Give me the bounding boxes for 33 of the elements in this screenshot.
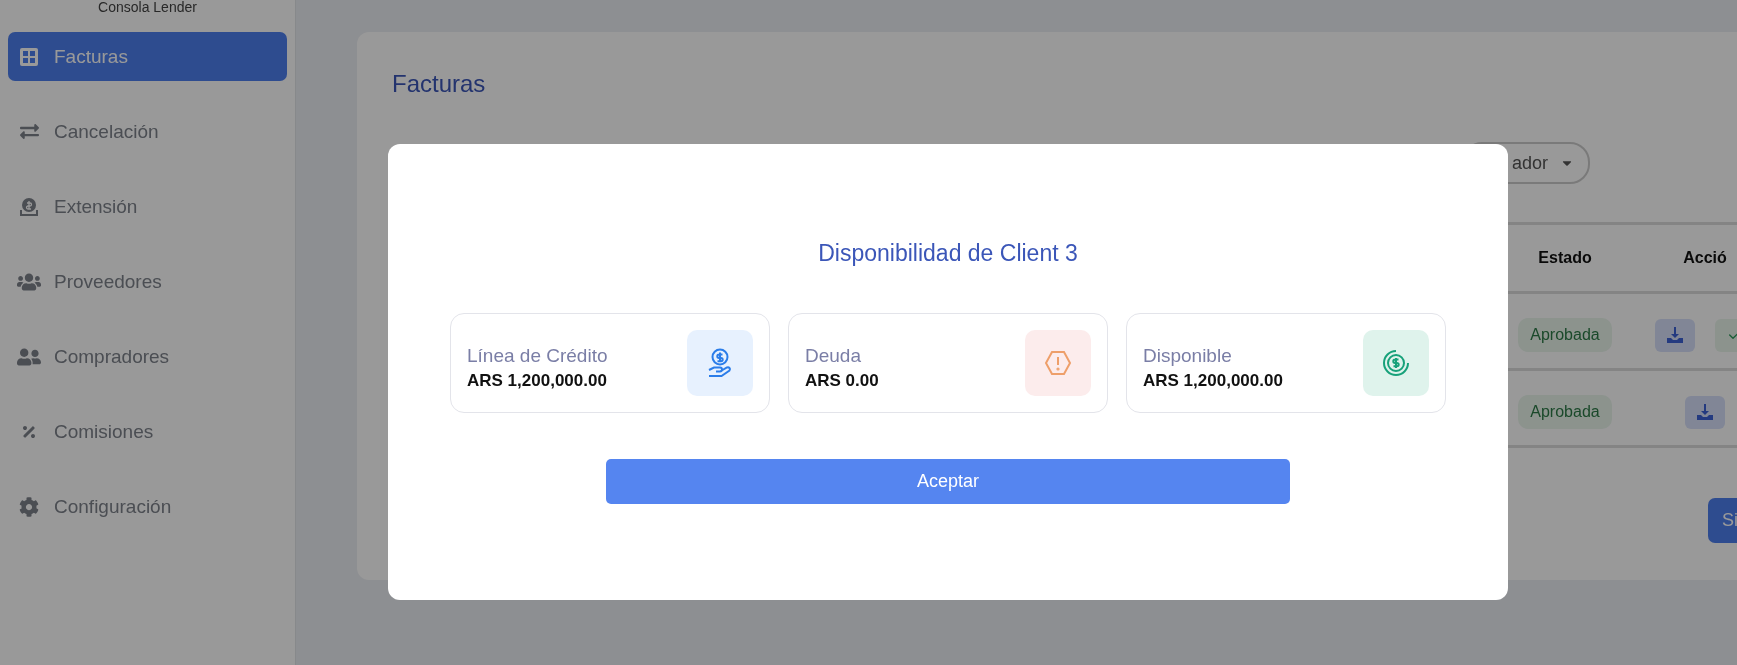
- coin-tray-icon: [18, 195, 40, 218]
- stat-label: Deuda: [805, 345, 862, 367]
- hand-coin-icon: [706, 348, 734, 378]
- sidebar-item[interactable]: Compradores: [8, 332, 287, 381]
- column-header: Acció: [1630, 222, 1737, 294]
- percent-icon: [21, 423, 37, 440]
- stat-value: ARS 1,200,000.00: [467, 371, 608, 391]
- sidebar-item[interactable]: Cancelación: [8, 107, 287, 156]
- download-icon: [1666, 326, 1684, 344]
- page-title: Facturas: [392, 70, 487, 98]
- swap-icon: [19, 122, 39, 141]
- settings-icon: [19, 496, 39, 517]
- sidebar-item[interactable]: Configuración: [8, 482, 287, 531]
- status-badge: Aprobada: [1518, 318, 1612, 352]
- stat-value: ARS 0.00: [805, 371, 879, 391]
- accept-button[interactable]: Aceptar: [606, 459, 1290, 504]
- sidebar-item[interactable]: Extensión: [8, 182, 287, 231]
- stat-value: ARS 1,200,000.00: [1143, 371, 1283, 391]
- sidebar-item[interactable]: Proveedores: [8, 257, 287, 306]
- stat-label: Disponible: [1143, 345, 1233, 367]
- next-button[interactable]: Si: [1708, 498, 1737, 543]
- modal-title: Disponibilidad de Client 3: [818, 240, 1078, 267]
- sidebar-item[interactable]: Facturas: [8, 32, 287, 81]
- status-badge: Aprobada: [1518, 395, 1612, 429]
- alert-icon: [1044, 350, 1072, 376]
- sidebar-subtitle: Consola Lender: [97, 0, 198, 15]
- stat-label: Línea de Crédito: [467, 345, 608, 367]
- download-button[interactable]: [1685, 395, 1725, 429]
- download-button[interactable]: [1655, 318, 1695, 352]
- download-icon: [1696, 403, 1714, 421]
- coin-icon: [1381, 348, 1411, 378]
- sidebar-item[interactable]: Comisiones: [8, 407, 287, 456]
- grid-icon: [19, 46, 39, 67]
